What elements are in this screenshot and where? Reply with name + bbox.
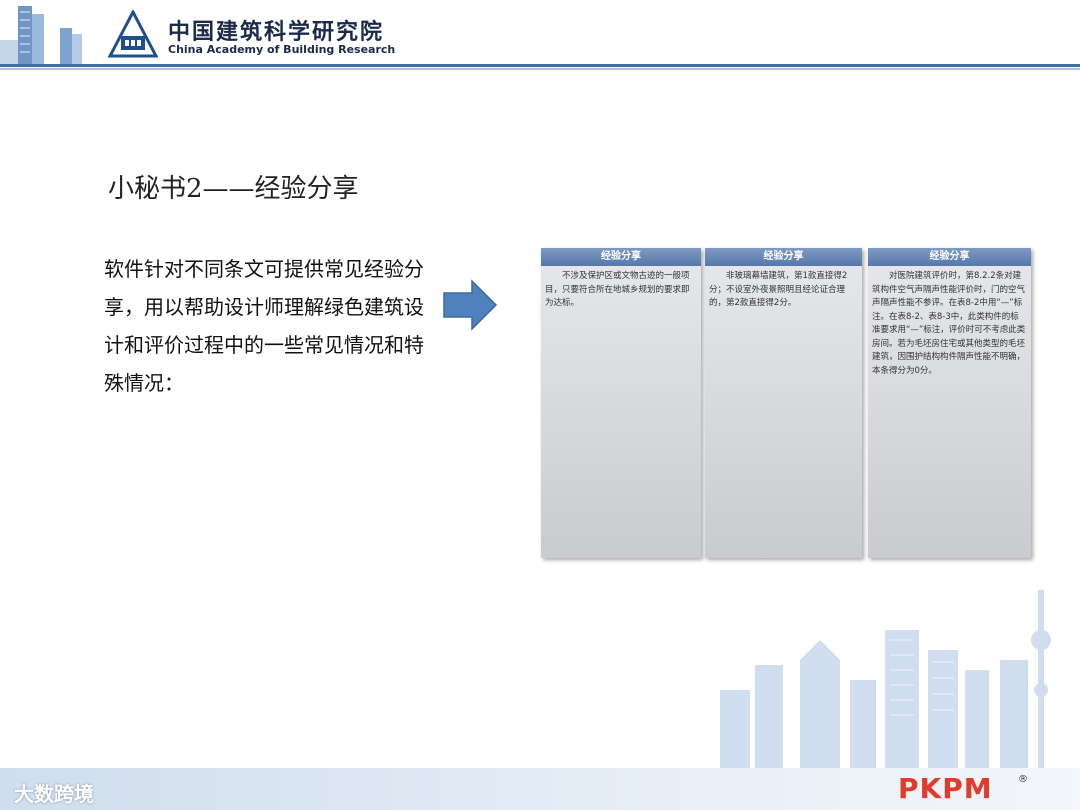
pkpm-brand: PKPM [898, 772, 993, 805]
panel-heading: 经验分享 [868, 248, 1031, 266]
header: 中国建筑科学研究院 China Academy of Building Rese… [0, 0, 1080, 66]
panel-text: 非玻璃幕墙建筑，第1款直接得2分；不设室外夜景照明且经论证合理的，第2款直接得2… [709, 271, 848, 308]
panel-text: 对医院建筑评价时，第8.2.2条对建筑构件空气声隔声性能评价时，门的空气声隔声性… [872, 271, 1026, 376]
experience-panel-2: 经验分享 非玻璃幕墙建筑，第1款直接得2分；不设室外夜景照明且经论证合理的，第2… [705, 248, 862, 558]
slide-body-text: 软件针对不同条文可提供常见经验分享，用以帮助设计师理解绿色建筑设计和评价过程中的… [104, 257, 424, 395]
watermark-text: 大数跨境 [14, 782, 94, 806]
right-arrow-icon [443, 279, 498, 331]
registered-mark: ® [1018, 774, 1028, 785]
header-buildings-icon [0, 6, 82, 64]
panel-text: 不涉及保护区或文物古迹的一般项目，只要符合所在地城乡规划的要求即为达标。 [545, 271, 690, 308]
header-divider-thin [0, 68, 1080, 70]
panel-heading: 经验分享 [541, 248, 701, 266]
panel-heading: 经验分享 [705, 248, 862, 266]
slide-title: 小秘书2——经验分享 [108, 174, 359, 204]
org-name-en: China Academy of Building Research [168, 43, 396, 56]
org-name-cn: 中国建筑科学研究院 [168, 19, 385, 45]
header-divider [0, 64, 1080, 67]
experience-panel-3: 经验分享 对医院建筑评价时，第8.2.2条对建筑构件空气声隔声性能评价时，门的空… [868, 248, 1031, 558]
experience-panel-1: 经验分享 不涉及保护区或文物古迹的一般项目，只要符合所在地城乡规划的要求即为达标… [541, 248, 701, 558]
city-skyline-icon [720, 590, 1051, 770]
academy-logo-icon [108, 10, 158, 58]
